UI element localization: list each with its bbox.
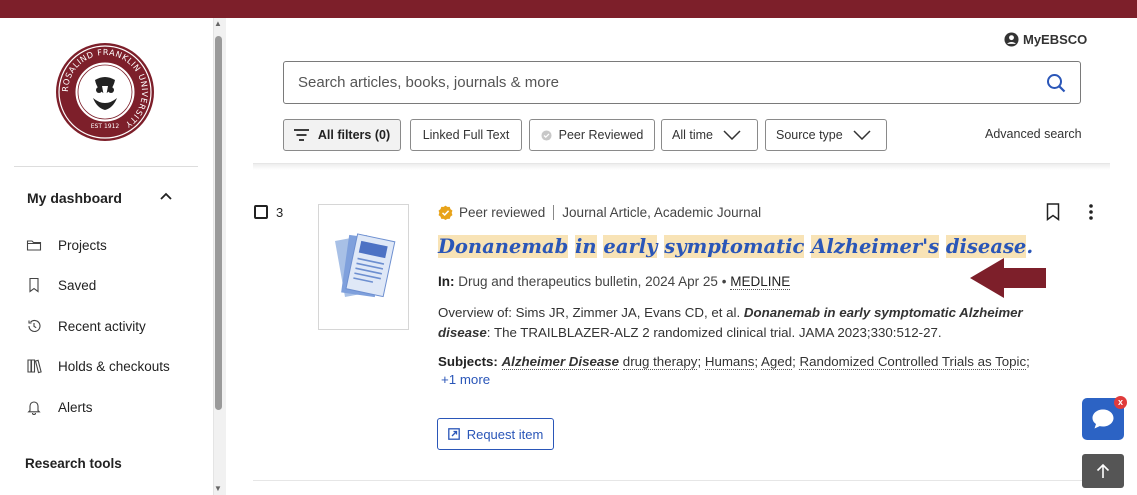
all-time-dropdown[interactable]: All time xyxy=(661,119,758,151)
sidebar-item-alerts[interactable]: Alerts xyxy=(26,395,93,419)
bookmark-icon[interactable] xyxy=(1046,203,1060,221)
sidebar-item-holds-checkouts[interactable]: Holds & checkouts xyxy=(26,354,170,378)
sidebar-item-label: Recent activity xyxy=(58,318,146,334)
title-word: disease xyxy=(945,235,1027,258)
result-meta: Peer reviewed Journal Article, Academic … xyxy=(438,205,761,220)
subjects-label: Subjects: xyxy=(438,354,498,369)
request-item-button[interactable]: Request item xyxy=(437,418,554,450)
books-icon xyxy=(27,359,42,374)
result-title-link[interactable]: Donanemab in early symptomatic Alzheimer… xyxy=(438,235,1033,258)
university-logo[interactable]: ROSALIND FRANKLIN UNIVERSITY EST 1912 xyxy=(55,42,155,142)
sidebar-item-label: Projects xyxy=(58,237,107,253)
scroll-down-arrow-icon[interactable]: ▼ xyxy=(214,484,222,493)
history-icon xyxy=(28,319,41,332)
all-filters-label: All filters (0) xyxy=(317,128,391,142)
subject-link[interactable]: drug therapy xyxy=(622,354,698,370)
result-divider xyxy=(253,480,1110,481)
top-brand-bar xyxy=(0,0,1137,18)
subject-link[interactable]: Alzheimer Disease xyxy=(501,354,620,370)
chevron-down-icon xyxy=(853,130,871,140)
chevron-down-icon xyxy=(723,130,741,140)
title-word: symptomatic xyxy=(664,235,805,258)
folder-icon xyxy=(26,240,42,251)
scroll-up-arrow-icon[interactable]: ▲ xyxy=(214,19,222,28)
check-circle-icon xyxy=(541,129,552,141)
request-item-label: Request item xyxy=(466,426,544,442)
bell-icon xyxy=(27,401,41,415)
dashboard-heading[interactable]: My dashboard xyxy=(27,190,122,206)
toolbar-divider-shadow xyxy=(253,164,1110,170)
overview-prefix: Overview of: Sims JR, Zimmer JA, Evans C… xyxy=(438,305,741,320)
result-select-checkbox[interactable] xyxy=(254,205,268,219)
advanced-search-link[interactable]: Advanced search xyxy=(985,127,1082,141)
research-tools-heading[interactable]: Research tools xyxy=(25,456,122,471)
filter-lines-icon xyxy=(293,129,309,141)
back-to-top-button[interactable] xyxy=(1082,454,1124,488)
peer-reviewed-button[interactable]: Peer Reviewed xyxy=(529,119,655,151)
more-options-icon[interactable] xyxy=(1088,204,1094,220)
title-word: in xyxy=(575,235,597,258)
document-icon xyxy=(335,233,396,298)
publication-type: Journal Article, Academic Journal xyxy=(562,205,762,220)
more-subjects-link[interactable]: +1 more xyxy=(441,372,490,387)
myebsco-label: MyEBSCO xyxy=(1023,32,1088,47)
search-input[interactable] xyxy=(298,74,998,91)
logo-est-text: EST 1912 xyxy=(91,123,120,130)
search-icon[interactable] xyxy=(1046,73,1066,93)
annotation-arrow-icon xyxy=(970,258,1046,298)
peer-reviewed-badge-icon xyxy=(438,205,453,220)
chat-close-badge[interactable]: x xyxy=(1114,396,1127,409)
linked-full-text-label: Linked Full Text xyxy=(422,128,510,142)
sidebar-item-saved[interactable]: Saved xyxy=(26,273,96,297)
title-end: . xyxy=(1026,235,1034,258)
sidebar: ROSALIND FRANKLIN UNIVERSITY EST 1912 My… xyxy=(0,18,213,495)
overview-suffix: : The TRAILBLAZER-ALZ 2 randomized clini… xyxy=(486,325,942,340)
sidebar-item-label: Alerts xyxy=(58,399,93,415)
chat-bubble-icon xyxy=(1092,409,1114,429)
peer-reviewed-label: Peer Reviewed xyxy=(558,128,644,142)
myebsco-account-link[interactable]: MyEBSCO xyxy=(1004,32,1087,47)
database-link[interactable]: MEDLINE xyxy=(730,274,791,290)
bookmark-icon xyxy=(29,277,39,293)
document-thumbnail[interactable] xyxy=(318,204,409,330)
subject-link[interactable]: Aged xyxy=(761,354,793,370)
subject-link[interactable]: Randomized Controlled Trials as Topic xyxy=(799,354,1027,370)
sidebar-item-projects[interactable]: Projects xyxy=(26,233,107,257)
bullet: • xyxy=(721,274,727,289)
source-type-dropdown[interactable]: Source type xyxy=(765,119,887,151)
result-number: 3 xyxy=(276,205,284,220)
sidebar-divider xyxy=(14,166,198,167)
overview-text: Overview of: Sims JR, Zimmer JA, Evans C… xyxy=(438,303,1058,343)
title-word: early xyxy=(603,235,658,258)
arrow-up-icon xyxy=(1096,463,1110,478)
user-circle-icon xyxy=(1004,32,1019,47)
title-word: Alzheimer's xyxy=(811,235,940,258)
in-label: In: xyxy=(438,274,455,289)
meta-separator xyxy=(553,205,555,220)
title-word: Donanemab xyxy=(438,235,569,258)
sidebar-scroll-thumb[interactable] xyxy=(215,36,222,410)
peer-reviewed-text: Peer reviewed xyxy=(459,205,546,220)
all-time-label: All time xyxy=(672,128,713,142)
sidebar-item-label: Saved xyxy=(58,277,97,293)
source-line: In: Drug and therapeutics bulletin, 2024… xyxy=(438,274,791,290)
subject-link[interactable]: Humans xyxy=(704,354,755,370)
sidebar-item-recent-activity[interactable]: Recent activity xyxy=(26,314,146,338)
all-filters-button[interactable]: All filters (0) xyxy=(283,119,401,151)
source-text: Drug and therapeutics bulletin, 2024 Apr… xyxy=(458,274,718,289)
source-type-label: Source type xyxy=(776,128,843,142)
chevron-up-icon[interactable] xyxy=(158,188,174,204)
sidebar-item-label: Holds & checkouts xyxy=(58,358,170,374)
subjects-line: Subjects: Alzheimer Disease drug therapy… xyxy=(438,354,1030,370)
search-box xyxy=(283,61,1081,104)
external-link-icon xyxy=(447,428,460,440)
linked-full-text-button[interactable]: Linked Full Text xyxy=(410,119,522,151)
